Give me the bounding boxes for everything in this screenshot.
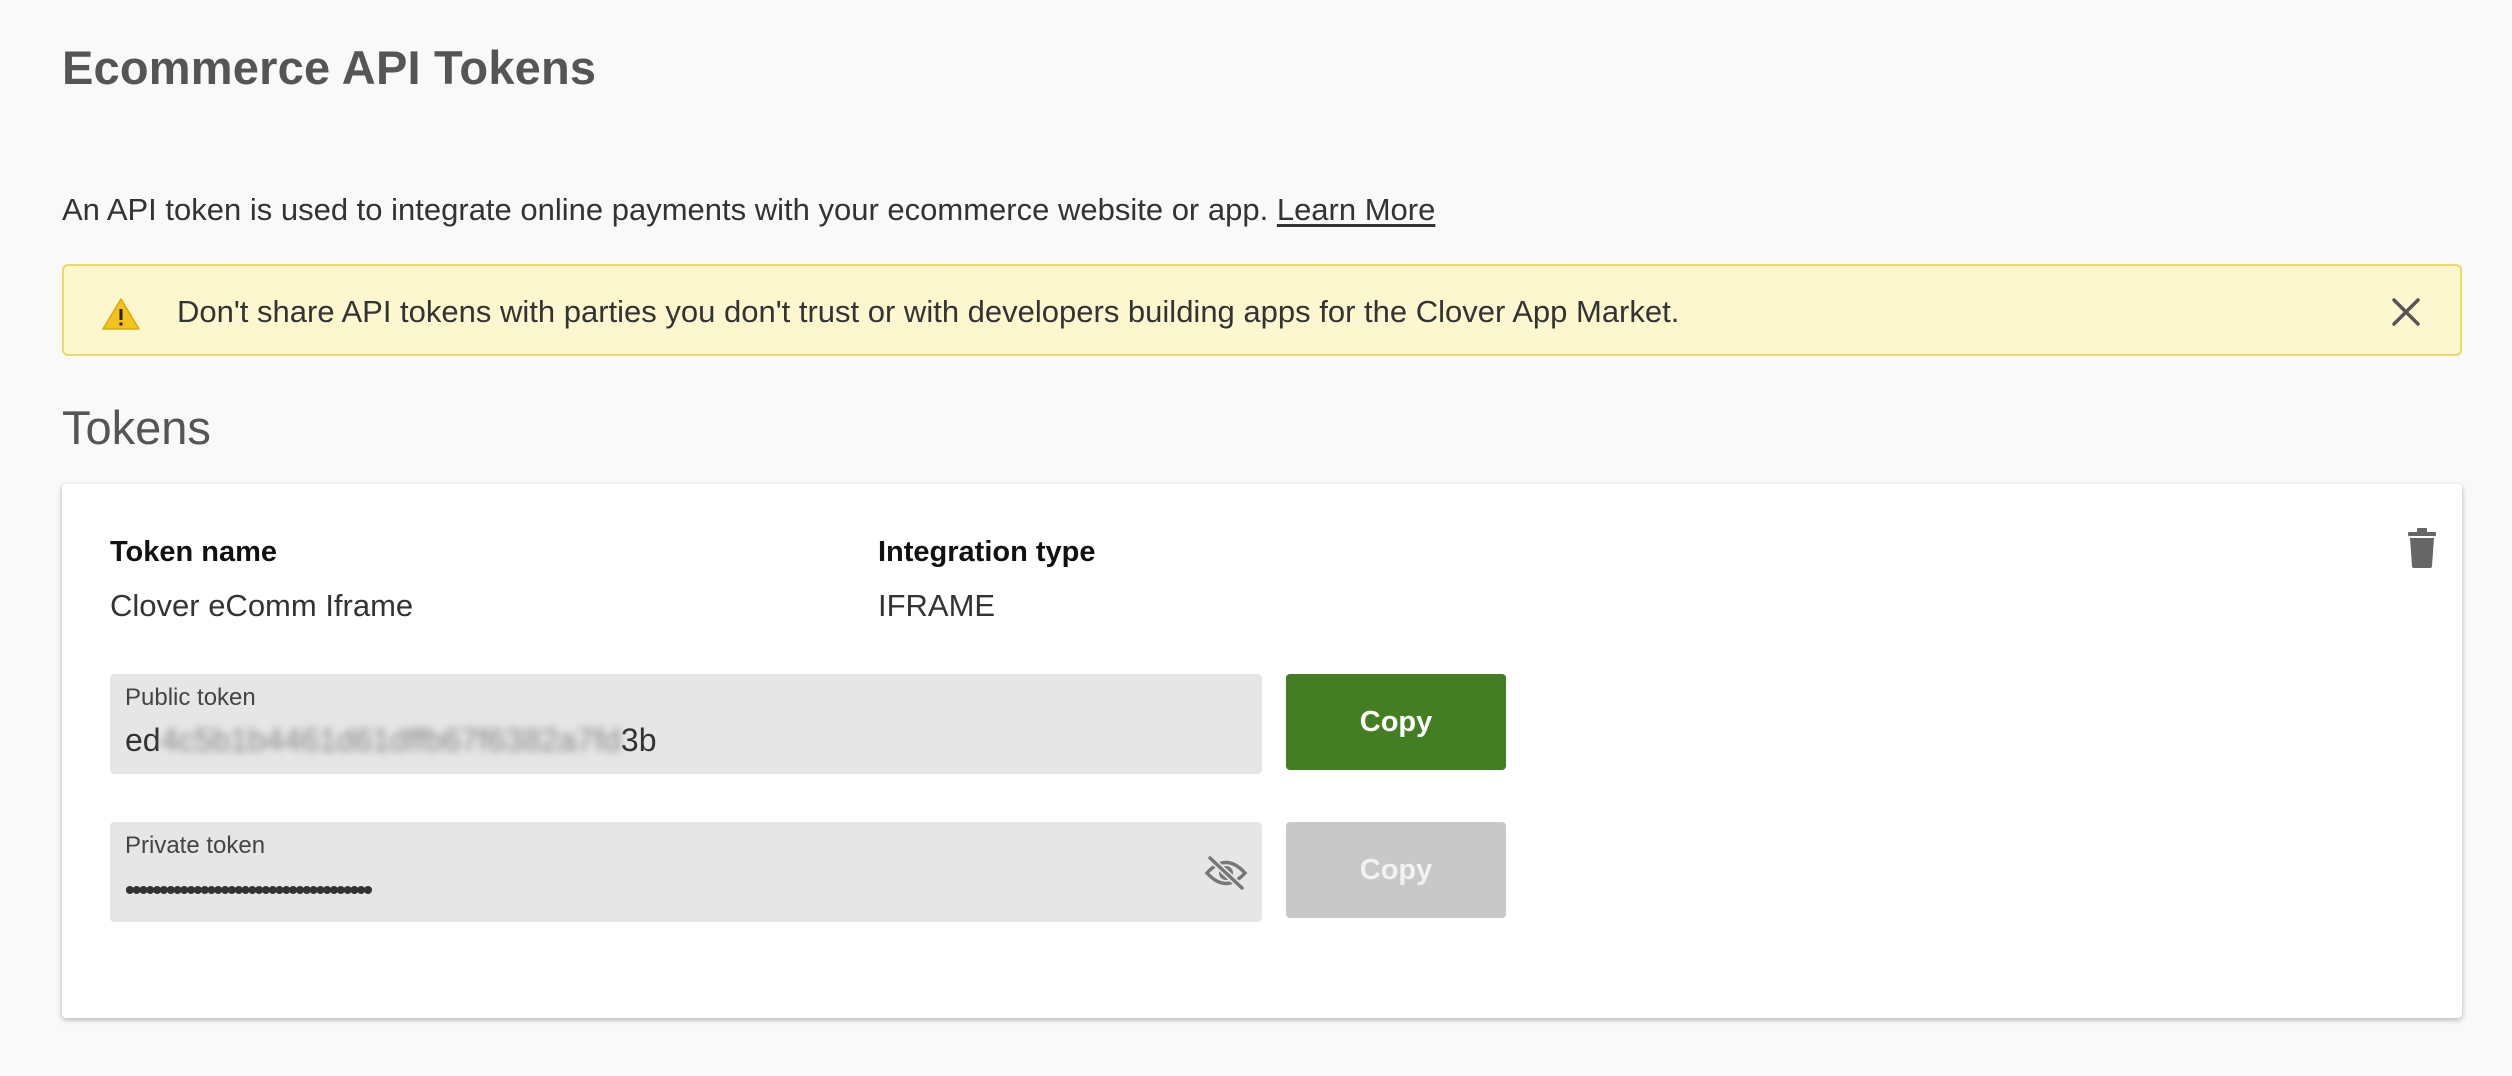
warning-text: Don't share API tokens with parties you … (177, 294, 1680, 329)
warning-triangle-icon (102, 298, 140, 330)
integration-type-label: Integration type (878, 536, 1096, 568)
page-title: Ecommerce API Tokens (62, 41, 597, 94)
eye-off-icon[interactable] (1204, 854, 1248, 892)
intro-text: An API token is used to integrate online… (62, 192, 1435, 228)
learn-more-link[interactable]: Learn More (1277, 192, 1436, 227)
copy-public-token-button[interactable]: Copy (1286, 674, 1506, 770)
copy-private-token-button[interactable]: Copy (1286, 822, 1506, 918)
integration-type-value: IFRAME (878, 588, 996, 623)
warning-banner: Don't share API tokens with parties you … (62, 264, 2462, 356)
public-token-field[interactable]: Public token ed4c5b1b4461d61dffb67f6382a… (110, 674, 1262, 774)
token-card: Token name Clover eComm Iframe Integrati… (62, 484, 2462, 1018)
public-token-label: Public token (125, 684, 256, 711)
intro-description: An API token is used to integrate online… (62, 192, 1269, 227)
public-token-obscured: 4c5b1b4461d61dffb67f6382a7fd (160, 722, 621, 758)
close-icon[interactable] (2390, 296, 2422, 328)
public-token-prefix: ed (125, 722, 161, 758)
private-token-field[interactable]: Private token ••••••••••••••••••••••••••… (110, 822, 1262, 922)
token-name-value: Clover eComm Iframe (110, 588, 414, 623)
token-name-label: Token name (110, 536, 278, 568)
private-token-masked-value: •••••••••••••••••••••••••••••••••••• (125, 874, 373, 905)
public-token-value[interactable]: ed4c5b1b4461d61dffb67f6382a7fd3b (125, 722, 657, 759)
page: Ecommerce API Tokens An API token is use… (0, 0, 2512, 1076)
trash-icon[interactable] (2406, 528, 2438, 568)
tokens-section-title: Tokens (62, 401, 211, 454)
public-token-suffix: 3b (620, 722, 657, 758)
private-token-label: Private token (125, 832, 266, 859)
